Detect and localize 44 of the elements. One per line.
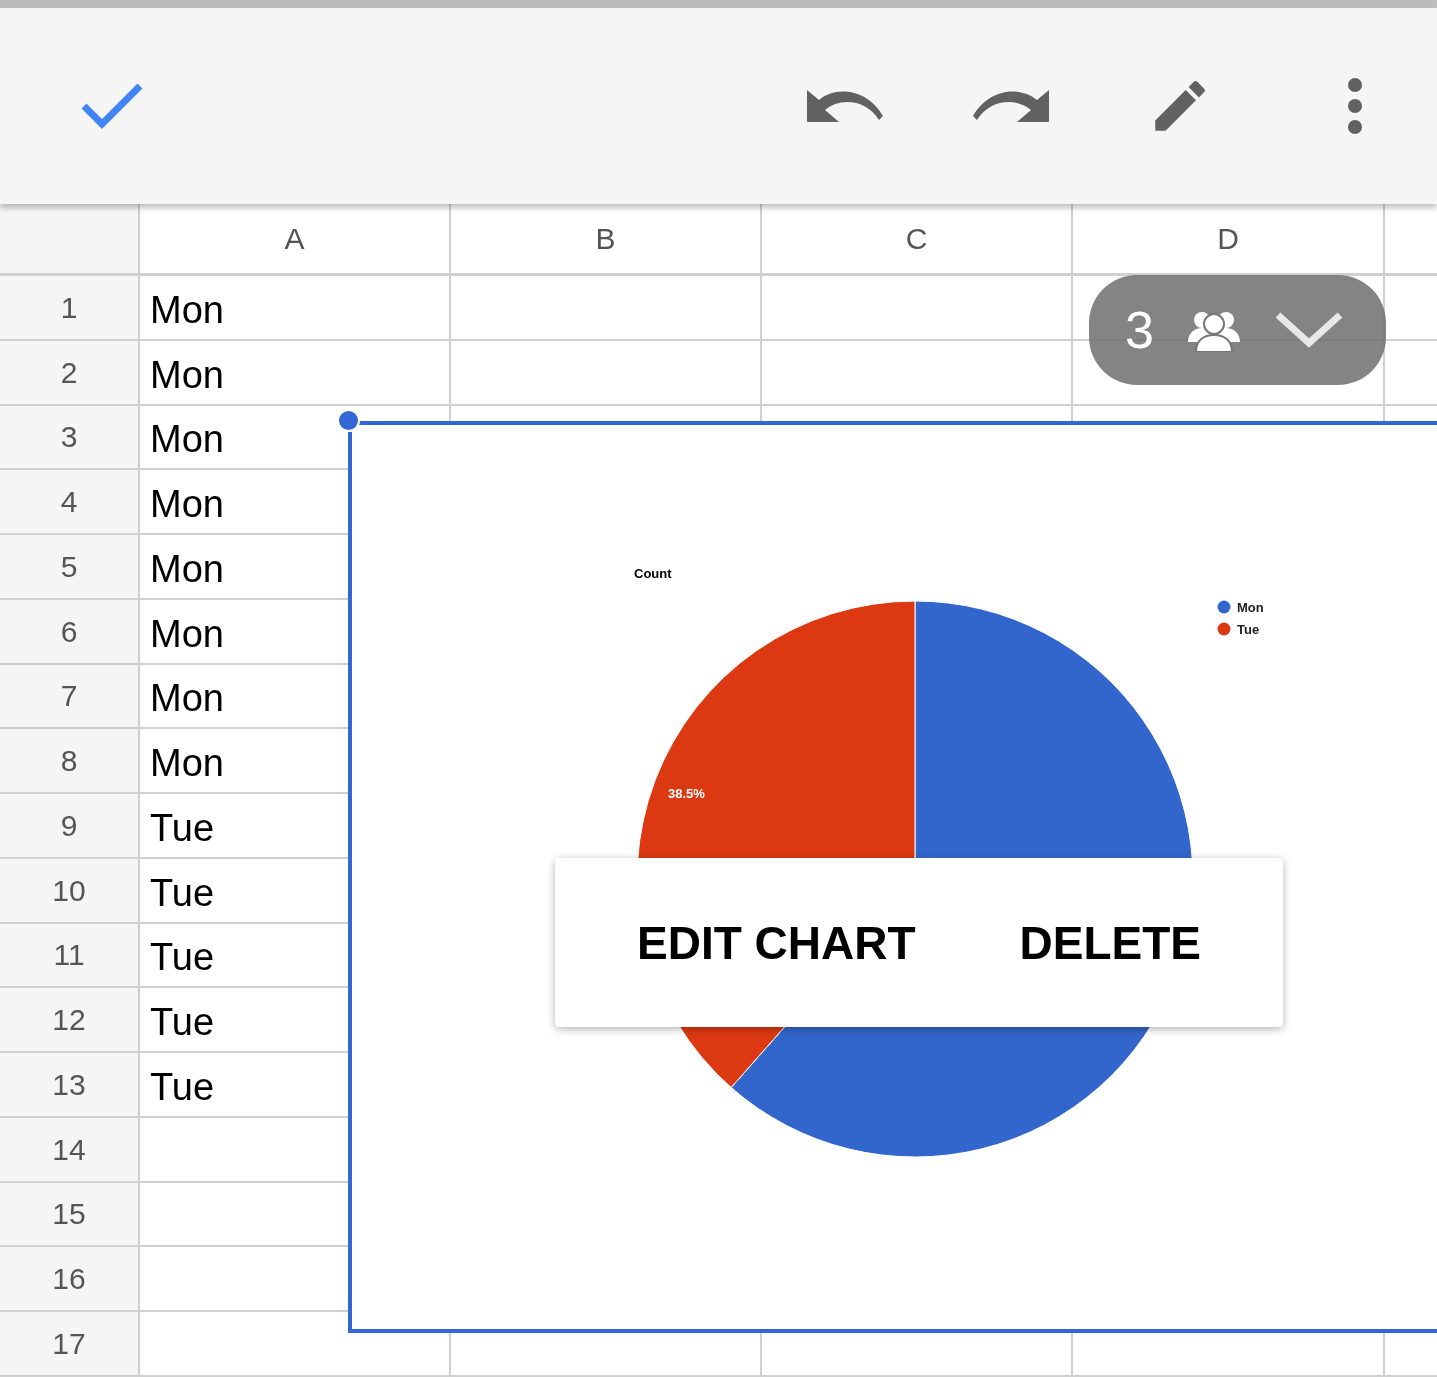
legend-label: Mon	[1237, 600, 1264, 615]
column-header[interactable]: B	[451, 204, 762, 273]
row-header[interactable]: 1	[0, 276, 140, 339]
table-cell: Tue	[150, 1067, 215, 1110]
table-cell: Mon	[150, 549, 224, 592]
table-cell: Mon	[150, 614, 224, 657]
row-header[interactable]: 11	[0, 923, 140, 987]
table-cell: Tue	[150, 1003, 215, 1045]
menu-button[interactable]: EDIT CHART	[637, 909, 916, 976]
table-cell: Mon	[150, 485, 224, 527]
row-header[interactable]: 4	[0, 470, 140, 533]
more-icon[interactable]	[1347, 77, 1363, 135]
row-header[interactable]: 3	[0, 405, 140, 469]
collaborators-pill[interactable]: 3	[1089, 275, 1386, 385]
row-header[interactable]: 14	[0, 1117, 140, 1181]
row-header[interactable]: 8	[0, 729, 140, 792]
table-cell: Mon	[150, 420, 224, 463]
table-cell: Mon	[150, 679, 224, 722]
row-header[interactable]: 2	[0, 340, 140, 404]
row-header[interactable]: 5	[0, 535, 140, 598]
chevron-down-icon[interactable]	[1273, 311, 1344, 349]
row-header[interactable]: 17	[0, 1312, 140, 1375]
table-cell: Mon	[150, 744, 224, 786]
row-header[interactable]: 10	[0, 858, 140, 922]
row-header[interactable]: 7	[0, 664, 140, 728]
table-cell: Tue	[150, 938, 215, 981]
table-cell: Mon	[150, 355, 224, 398]
table-cell: Mon	[150, 290, 224, 333]
menu-button[interactable]: DELETE	[1019, 909, 1201, 976]
table-cell: Tue	[150, 873, 215, 916]
table-cell: Tue	[150, 808, 215, 851]
slice-label: 38.5%	[668, 786, 705, 801]
column-header[interactable]: C	[762, 204, 1073, 273]
row-header[interactable]: 6	[0, 599, 140, 663]
row-header[interactable]: 16	[0, 1247, 140, 1310]
row-header[interactable]: 9	[0, 794, 140, 857]
chart-title: Count	[634, 566, 672, 581]
collaborator-count: 3	[1125, 304, 1154, 356]
column-header[interactable]: A	[140, 204, 451, 273]
column-header[interactable]: D	[1073, 204, 1385, 273]
row-header[interactable]: 12	[0, 988, 140, 1051]
row-header[interactable]: 13	[0, 1053, 140, 1116]
row-header[interactable]: 15	[0, 1182, 140, 1246]
legend-label: Tue	[1237, 622, 1260, 637]
